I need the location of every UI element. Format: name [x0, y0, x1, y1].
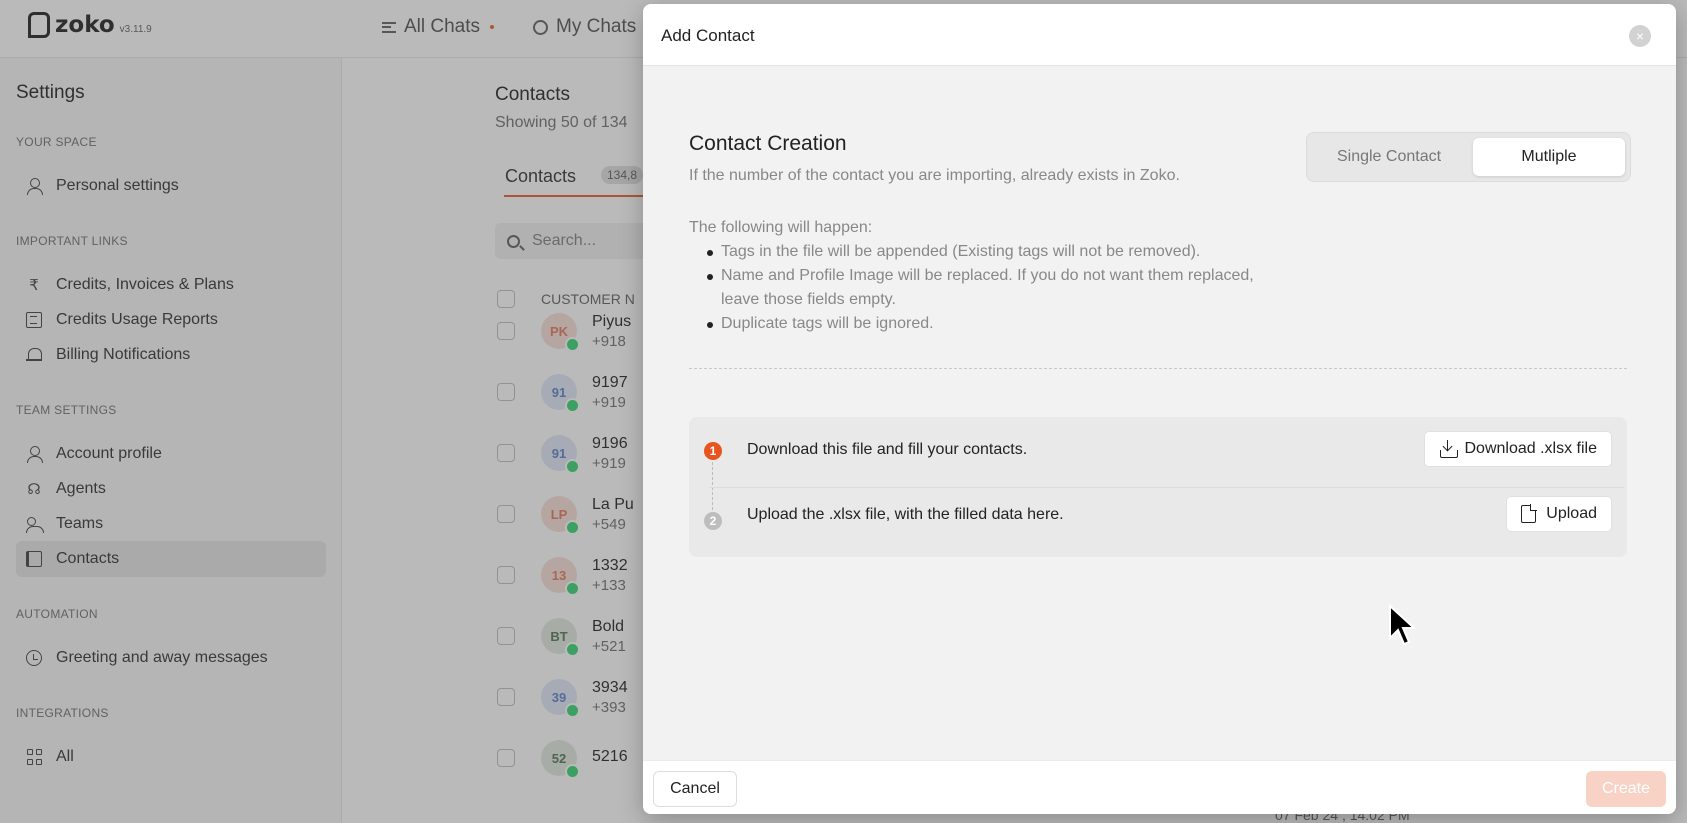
step-connector [712, 462, 713, 510]
modal-title: Add Contact [661, 26, 755, 45]
rule-item: Duplicate tags will be ignored. [689, 312, 1254, 336]
modal-footer: Cancel Create [643, 760, 1676, 814]
download-xlsx-button[interactable]: Download .xlsx file [1423, 431, 1612, 467]
rules-intro: The following will happen: [689, 219, 873, 236]
import-steps-panel: 1 2 Download this file and fill your con… [689, 417, 1627, 557]
contact-creation-heading: Contact Creation [689, 132, 847, 155]
rule-item: Tags in the file will be appended (Exist… [689, 240, 1254, 264]
step-2-text: Upload the .xlsx file, with the filled d… [747, 506, 1064, 523]
create-button[interactable]: Create [1586, 771, 1666, 807]
mouse-cursor-icon [1389, 604, 1417, 646]
download-button-label: Download .xlsx file [1464, 440, 1598, 457]
toggle-multiple[interactable]: Mutliple [1473, 138, 1625, 176]
download-icon [1439, 440, 1458, 458]
add-contact-modal: Add Contact × Contact Creation If the nu… [643, 4, 1676, 814]
step-1-badge: 1 [704, 442, 722, 460]
step-1-text: Download this file and fill your contact… [747, 441, 1028, 458]
upload-button[interactable]: Upload [1506, 496, 1612, 532]
step-2-badge: 2 [704, 512, 722, 530]
upload-button-label: Upload [1546, 505, 1597, 522]
toggle-single-contact[interactable]: Single Contact [1313, 138, 1465, 176]
rule-item: Name and Profile Image will be replaced.… [689, 264, 1254, 312]
import-rules: The following will happen: Tags in the f… [689, 216, 1254, 336]
modal-header: Add Contact × [643, 4, 1676, 66]
cancel-button[interactable]: Cancel [653, 771, 737, 807]
contact-mode-toggle: Single Contact Mutliple [1306, 132, 1631, 182]
step-divider [709, 487, 1624, 488]
rule-text: leave those fields empty. [721, 291, 896, 308]
section-divider [689, 368, 1627, 369]
rules-list: Tags in the file will be appended (Exist… [689, 240, 1254, 336]
file-icon [1521, 504, 1538, 523]
close-icon[interactable]: × [1629, 25, 1651, 47]
rule-text: Name and Profile Image will be replaced.… [721, 267, 1254, 284]
contact-creation-subheading: If the number of the contact you are imp… [689, 167, 1180, 184]
